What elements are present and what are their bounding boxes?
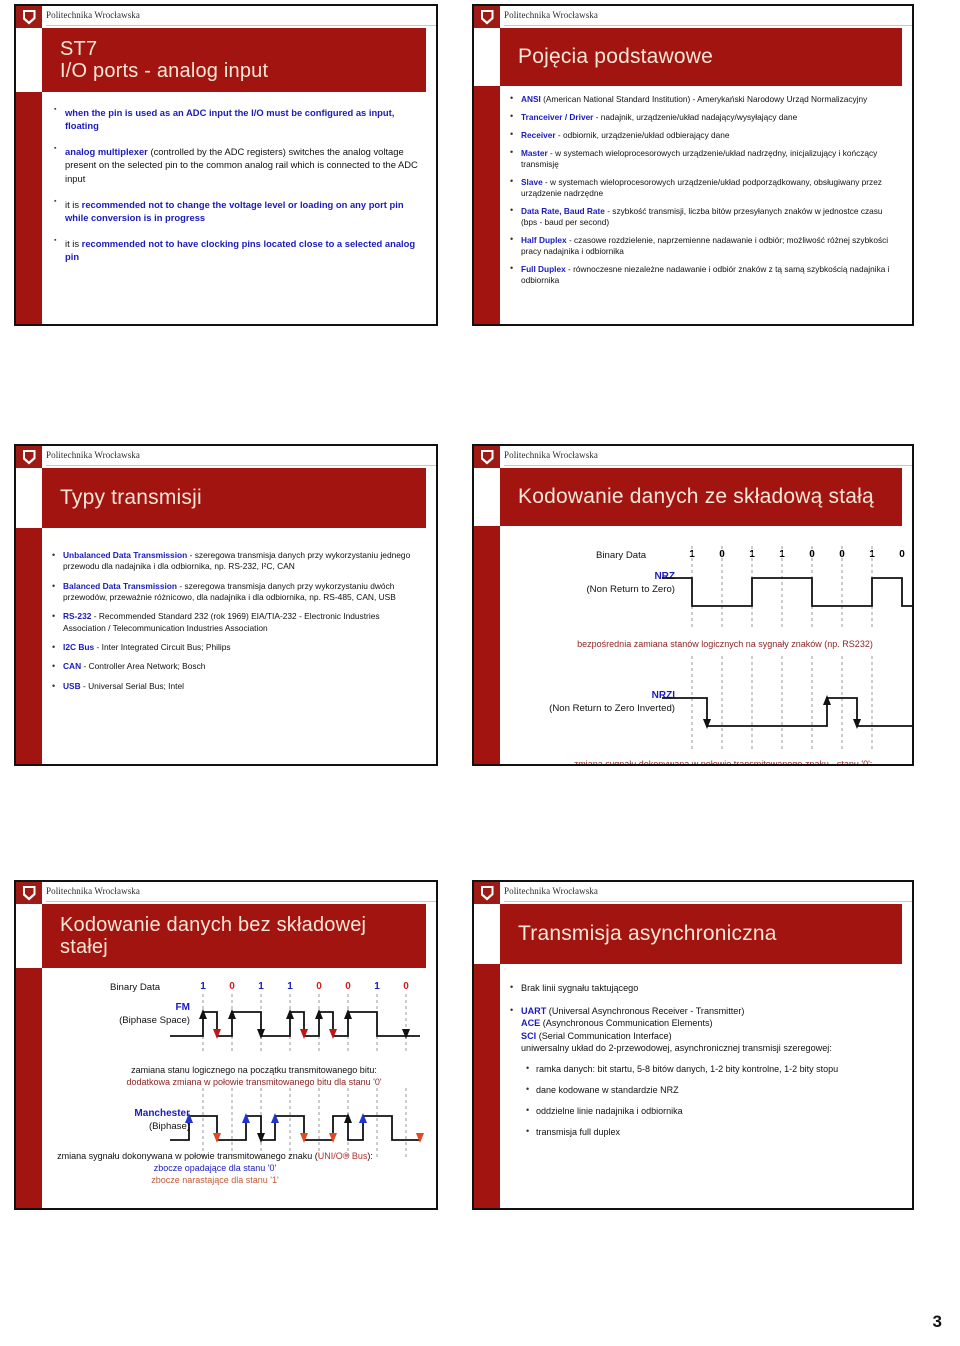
nrzi-note-line1: zmiana sygnału dokonywana w połowie tran…: [573, 759, 873, 764]
slide-body: Unbalanced Data Transmission - szeregowa…: [52, 550, 422, 758]
slide-title-bar: ST7 I/O ports - analog input: [42, 28, 426, 92]
shield-icon: [22, 9, 36, 25]
shield-icon: [480, 9, 494, 25]
slide-pojecia-podstawowe: Politechnika Wrocławska Pojęcia podstawo…: [472, 4, 914, 326]
bullet-list: when the pin is used as an ADC input the…: [54, 106, 420, 263]
list-item: when the pin is used as an ADC input the…: [54, 106, 420, 132]
slide-body: when the pin is used as an ADC input the…: [54, 106, 420, 316]
university-name: Politechnika Wrocławska: [46, 450, 140, 460]
header-divider: [46, 25, 436, 26]
manchester-note: zmiana sygnału dokonywana w połowie tran…: [16, 1150, 432, 1186]
sub-bullet-list: ramka danych: bit startu, 5-8 bitów dany…: [526, 1062, 898, 1139]
university-name: Politechnika Wrocławska: [504, 10, 598, 20]
note-post: ):: [367, 1151, 373, 1161]
manchester-note-line2: zbocze opadające dla stanu '0': [153, 1163, 277, 1174]
list-item: Unbalanced Data Transmission - szeregowa…: [52, 550, 422, 573]
university-logo: [16, 882, 42, 904]
page-number: 3: [932, 1312, 942, 1331]
shield-icon: [22, 449, 36, 465]
page-title: Transmisja asynchroniczna: [518, 922, 777, 946]
university-name: Politechnika Wrocławska: [504, 886, 598, 896]
list-item: transmisja full duplex: [526, 1125, 898, 1138]
university-logo: [16, 446, 42, 468]
note-pre: zmiana sygnału dokonywana w połowie tran…: [57, 1151, 318, 1161]
bullet-list: ANSI (American National Standard Institu…: [510, 94, 898, 286]
slide-title-bar: Transmisja asynchroniczna: [500, 904, 902, 964]
list-item: Receiver - odbiornik, urządzenie/układ o…: [510, 129, 898, 141]
list-item: ramka danych: bit startu, 5-8 bitów dany…: [526, 1062, 898, 1075]
list-item: dane kodowane w standardzie NRZ: [526, 1083, 898, 1096]
list-item: Tranceiver / Driver - nadajnik, urządzen…: [510, 111, 898, 123]
manchester-note-line3: zbocze narastające dla stanu '1': [151, 1175, 279, 1186]
slide-transmisja-asynchroniczna: Politechnika Wrocławska Transmisja async…: [472, 880, 914, 1210]
page-subtitle: stałej: [60, 936, 108, 958]
list-item: CAN - Controller Area Network; Bosch: [52, 660, 422, 673]
slide-body: ANSI (American National Standard Institu…: [510, 94, 898, 318]
university-logo: [16, 6, 42, 28]
bullet-list: Brak linii sygnału taktującego UART (Uni…: [510, 982, 898, 1055]
bullet-list: Unbalanced Data Transmission - szeregowa…: [52, 550, 422, 692]
list-item: analog multiplexer (controlled by the AD…: [54, 144, 420, 184]
header-divider: [46, 901, 436, 902]
page-title: Typy transmisji: [60, 486, 202, 510]
slides-sheet: Politechnika Wrocławska ST7 I/O ports - …: [0, 0, 960, 1346]
list-item: Slave - w systemach wieloprocesorowych u…: [510, 176, 898, 199]
left-accent-bar: [474, 526, 500, 764]
list-item: it is recommended not to have clocking p…: [54, 236, 420, 263]
note-mid: UNI/O® Bus: [317, 1151, 368, 1161]
list-item: Data Rate, Baud Rate - szybkość transmis…: [510, 205, 898, 228]
shield-icon: [22, 885, 36, 901]
list-item: USB - Universal Serial Bus; Intel: [52, 680, 422, 693]
page-title: Kodowanie danych ze składową stałą: [518, 485, 874, 509]
university-logo: [474, 6, 500, 28]
university-name: Politechnika Wrocławska: [46, 10, 140, 20]
list-item: Full Duplex - równoczesne niezależne nad…: [510, 263, 898, 286]
left-accent-bar: [16, 528, 42, 764]
header-divider: [504, 901, 912, 902]
slide-body: Brak linii sygnału taktującego UART (Uni…: [510, 982, 898, 1202]
slide-title-bar: Kodowanie danych bez składowej stałej: [42, 904, 426, 968]
slide-body: Binary Data 1 0 1 1 0 0 1 0 NRZ (Non Ret…: [500, 526, 912, 764]
left-accent-bar: [16, 92, 42, 324]
slide-title-bar: Typy transmisji: [42, 468, 426, 528]
header-divider: [504, 465, 912, 466]
shield-icon: [480, 885, 494, 901]
slide-kodowanie-ze-skladowa: Politechnika Wrocławska Kodowanie danych…: [472, 444, 914, 766]
list-item: UART (Universal Asynchronous Receiver - …: [510, 1004, 898, 1055]
slide-kodowanie-bez-skladowej: Politechnika Wrocławska Kodowanie danych…: [14, 880, 438, 1210]
list-item: Brak linii sygnału taktującego: [510, 982, 898, 995]
slide-title-bar: Pojęcia podstawowe: [500, 28, 902, 86]
page-subtitle: I/O ports - analog input: [60, 60, 269, 82]
list-item: RS-232 - Recommended Standard 232 (rok 1…: [52, 610, 422, 634]
slide-title-bar: Kodowanie danych ze składową stałą: [500, 468, 902, 526]
page-title: Kodowanie danych bez składowej: [60, 913, 367, 936]
list-item: oddzielne linie nadajnika i odbiornika: [526, 1104, 898, 1117]
list-item: ANSI (American National Standard Institu…: [510, 94, 898, 105]
header-divider: [504, 25, 912, 26]
page-title: ST7: [60, 37, 98, 60]
header-divider: [46, 465, 436, 466]
shield-icon: [480, 449, 494, 465]
list-item: Master - w systemach wieloprocesorowych …: [510, 147, 898, 170]
nrzi-waveform: [662, 656, 912, 752]
list-item: I2C Bus - Inter Integrated Circuit Bus; …: [52, 641, 422, 654]
university-logo: [474, 882, 500, 904]
list-item: Balanced Data Transmission - szeregowa t…: [52, 580, 422, 604]
university-name: Politechnika Wrocławska: [504, 450, 598, 460]
university-name: Politechnika Wrocławska: [46, 886, 140, 896]
list-item: Half Duplex - czasowe rozdzielenie, napr…: [510, 234, 898, 257]
manchester-note-line1: zmiana sygnału dokonywana w połowie tran…: [16, 1150, 432, 1162]
page-title: Pojęcia podstawowe: [518, 45, 714, 69]
list-item: it is recommended not to change the volt…: [54, 197, 420, 224]
university-logo: [474, 446, 500, 468]
slide-st7-analog-input: Politechnika Wrocławska ST7 I/O ports - …: [14, 4, 438, 326]
nrzi-note: zmiana sygnału dokonywana w połowie tran…: [514, 758, 912, 764]
slide-typy-transmisji: Politechnika Wrocławska Typy transmisji …: [14, 444, 438, 766]
left-accent-bar: [474, 86, 500, 324]
left-accent-bar: [474, 964, 500, 1208]
